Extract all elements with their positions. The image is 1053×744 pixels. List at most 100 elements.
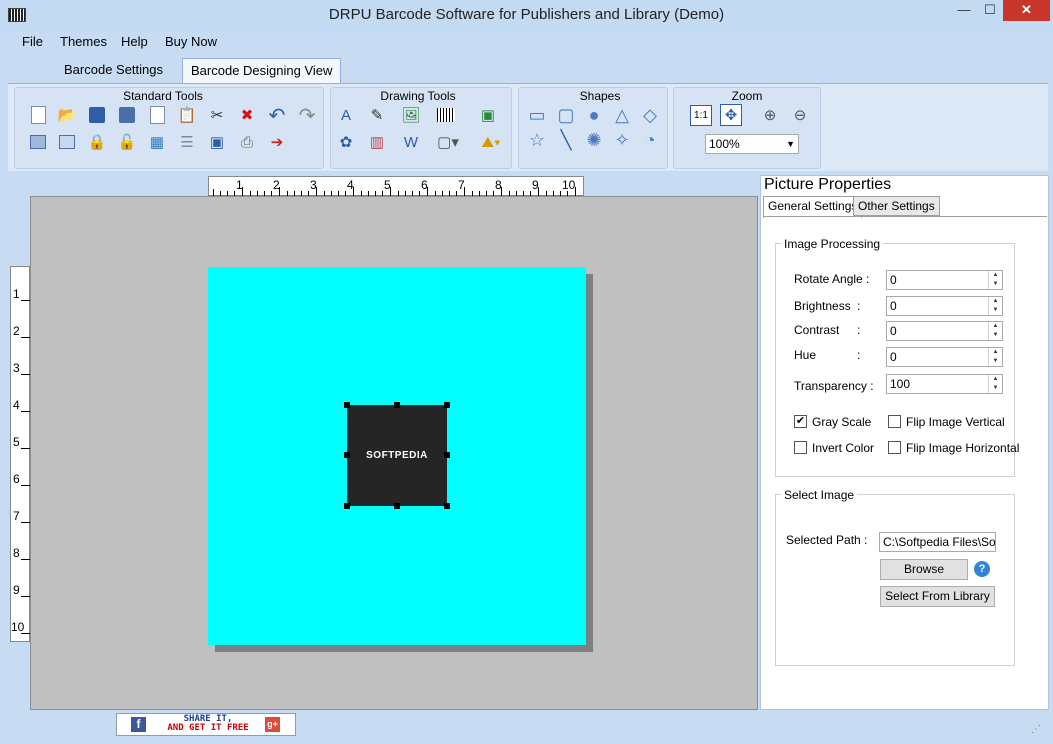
arc-shape-icon[interactable]: ◔: [639, 129, 661, 151]
pen-tool-icon[interactable]: ✎: [366, 104, 388, 126]
save-icon[interactable]: [86, 104, 108, 126]
shape-dropdown-icon[interactable]: ▢▾: [437, 131, 459, 153]
image-dropdown-icon[interactable]: ⛰▾: [480, 131, 502, 153]
invert-color-checkbox[interactable]: [794, 441, 807, 454]
zoom-out-icon[interactable]: ⊖: [789, 104, 811, 126]
menu-file[interactable]: File: [22, 34, 43, 49]
flip-horizontal-checkbox[interactable]: [888, 441, 901, 454]
selected-path-input[interactable]: C:\Softpedia Files\Softp: [879, 532, 996, 552]
tab-barcode-settings[interactable]: Barcode Settings: [56, 58, 171, 83]
resize-handle-ne[interactable]: [444, 402, 450, 408]
export-icon[interactable]: ➔: [266, 131, 288, 153]
actual-size-button[interactable]: 1:1: [690, 105, 712, 126]
spinner-arrows-icon[interactable]: ▲ ▼: [988, 348, 1002, 366]
resize-handle-sw[interactable]: [344, 503, 350, 509]
menu-themes[interactable]: Themes: [60, 34, 107, 49]
spinner-arrows-icon[interactable]: ▲ ▼: [988, 297, 1002, 315]
ruler-v-4: 4: [13, 398, 20, 412]
image-settings-icon[interactable]: ▣: [206, 131, 228, 153]
barcode-tool-icon[interactable]: [435, 104, 457, 126]
undo-icon[interactable]: ↶: [266, 104, 288, 127]
burst-shape-icon[interactable]: ✺: [583, 129, 605, 151]
ruler-v-5: 5: [13, 435, 20, 449]
select-from-library-button[interactable]: Select From Library: [880, 586, 995, 607]
ruler-v-2: 2: [13, 324, 20, 338]
gray-scale-label: Gray Scale: [812, 415, 872, 429]
resize-handle-e[interactable]: [444, 452, 450, 458]
share-line-2: AND GET IT FREE: [167, 723, 249, 733]
minimize-button[interactable]: —: [951, 0, 977, 21]
database-icon[interactable]: ☰: [176, 131, 198, 153]
new-icon[interactable]: [27, 104, 49, 126]
flip-vertical-checkbox[interactable]: [888, 415, 901, 428]
tab-barcode-designing-view[interactable]: Barcode Designing View: [182, 58, 342, 83]
image-library-icon[interactable]: ▣: [477, 104, 499, 126]
text-tool-icon[interactable]: A: [335, 104, 357, 126]
tab-other-settings[interactable]: Other Settings: [853, 196, 940, 216]
spinner-arrows-icon[interactable]: ▲ ▼: [988, 375, 1002, 393]
rotate-angle-label: Rotate Angle :: [794, 272, 870, 286]
open-icon[interactable]: 📂: [56, 104, 78, 126]
spinner-arrows-icon[interactable]: ▲ ▼: [988, 322, 1002, 340]
facebook-icon[interactable]: f: [131, 717, 146, 732]
rounded-rectangle-icon[interactable]: ▢: [555, 104, 577, 126]
hue-input[interactable]: 0 ▲ ▼: [886, 347, 1003, 367]
picture-tool-icon[interactable]: 🖼: [400, 104, 422, 126]
close-button[interactable]: ✕: [1003, 0, 1050, 21]
contrast-colon: :: [857, 323, 861, 337]
rotate-angle-input[interactable]: 0 ▲ ▼: [886, 270, 1003, 290]
fit-to-window-icon[interactable]: ✥: [720, 104, 742, 126]
star-shape-icon[interactable]: ☆: [526, 129, 548, 151]
zoom-in-icon[interactable]: ⊕: [759, 104, 781, 126]
horizontal-ruler: 1 2 3 4 5 6 7 8 9 10: [208, 176, 584, 196]
selected-image-element[interactable]: SOFTPEDIA: [347, 405, 447, 506]
share-banner[interactable]: f SHARE IT, AND GET IT FREE g+: [116, 713, 296, 736]
help-icon[interactable]: ?: [974, 561, 990, 577]
print-icon[interactable]: ⎙: [236, 131, 258, 153]
signature-icon[interactable]: ✿: [335, 131, 357, 153]
gray-scale-checkbox[interactable]: ✔: [794, 415, 807, 428]
resize-handle-nw[interactable]: [344, 402, 350, 408]
four-point-star-icon[interactable]: ✧: [611, 129, 633, 151]
rectangle-shape-icon[interactable]: ▭: [526, 104, 548, 126]
resize-handle-n[interactable]: [394, 402, 400, 408]
unlock-icon[interactable]: 🔓: [116, 131, 138, 153]
resize-handle-s[interactable]: [394, 503, 400, 509]
vertical-ruler: 1 2 3 4 5 6 7 8 9 10: [10, 266, 30, 642]
cut-icon[interactable]: ✂: [206, 104, 228, 126]
google-plus-icon[interactable]: g+: [265, 717, 280, 732]
browse-button[interactable]: Browse: [880, 559, 968, 580]
triangle-shape-icon[interactable]: △: [611, 104, 633, 126]
resize-handle-w[interactable]: [344, 452, 350, 458]
contrast-input[interactable]: 0 ▲ ▼: [886, 321, 1003, 341]
brightness-input[interactable]: 0 ▲ ▼: [886, 296, 1003, 316]
ruler-v-1: 1: [13, 287, 20, 301]
send-back-icon[interactable]: [27, 131, 49, 153]
redo-icon[interactable]: ↷: [296, 104, 318, 127]
contrast-value: 0: [890, 324, 897, 338]
library-books-icon[interactable]: ▥: [366, 131, 388, 153]
zoom-select[interactable]: 100% ▼: [705, 134, 799, 154]
paste-icon[interactable]: 📋: [176, 104, 198, 126]
grid-icon[interactable]: ▦: [146, 131, 168, 153]
save-as-icon[interactable]: [116, 104, 138, 126]
copy-icon[interactable]: [146, 104, 168, 126]
tab-general-settings[interactable]: General Settings: [763, 196, 863, 218]
line-shape-icon[interactable]: ╲: [555, 129, 577, 151]
lock-icon[interactable]: 🔒: [86, 131, 108, 153]
bring-front-icon[interactable]: [56, 131, 78, 153]
brightness-value: 0: [890, 299, 897, 313]
watermark-icon[interactable]: W: [400, 131, 422, 153]
resize-grip-icon[interactable]: ⋰: [1031, 724, 1041, 735]
ruler-h-2: 2: [273, 178, 280, 192]
brightness-label: Brightness: [794, 299, 851, 313]
ellipse-shape-icon[interactable]: ●: [583, 104, 605, 126]
resize-handle-se[interactable]: [444, 503, 450, 509]
spinner-arrows-icon[interactable]: ▲ ▼: [988, 271, 1002, 289]
delete-icon[interactable]: ✖: [236, 104, 258, 126]
transparency-input[interactable]: 100 ▲ ▼: [886, 374, 1003, 394]
menu-help[interactable]: Help: [121, 34, 148, 49]
menu-buy-now[interactable]: Buy Now: [165, 34, 217, 49]
maximize-button[interactable]: ☐: [977, 0, 1003, 21]
diamond-shape-icon[interactable]: ◇: [639, 104, 661, 126]
